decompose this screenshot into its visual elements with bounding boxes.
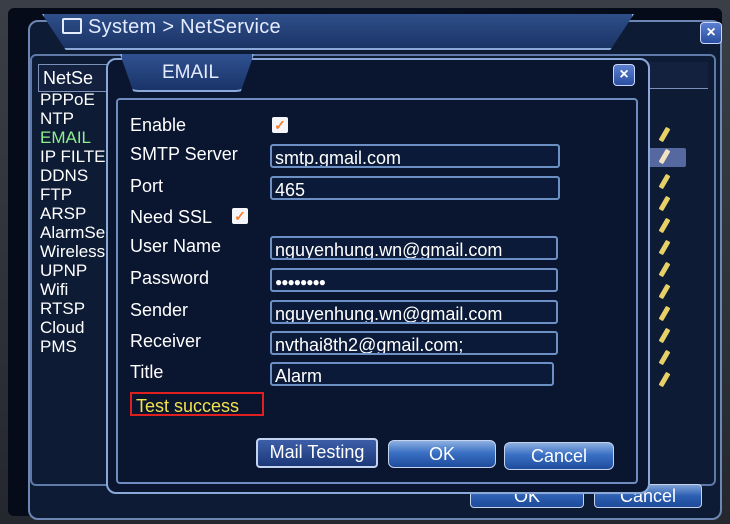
list-item-rtsp[interactable]: RTSP bbox=[40, 299, 110, 318]
sender-label: Sender bbox=[130, 300, 189, 320]
list-item-alarmserver[interactable]: AlarmServer bbox=[40, 223, 110, 242]
close-icon[interactable]: × bbox=[613, 64, 635, 86]
close-icon[interactable]: × bbox=[700, 22, 722, 44]
title-field[interactable]: Alarm bbox=[270, 362, 554, 386]
edit-column bbox=[646, 92, 686, 390]
list-item-pms[interactable]: PMS bbox=[40, 337, 110, 356]
smtp-server-label: SMTP Server bbox=[130, 144, 238, 164]
user-name-field[interactable]: nguyenhung.wn@gmail.com bbox=[270, 236, 558, 260]
edit-pencil-icon[interactable] bbox=[656, 239, 676, 258]
netservice-list: PPPoE NTP EMAIL IP FILTER DDNS FTP ARSP … bbox=[40, 90, 110, 356]
email-cancel-button[interactable]: Cancel bbox=[504, 442, 614, 470]
user-name-label: User Name bbox=[130, 236, 222, 256]
email-ok-button[interactable]: OK bbox=[388, 440, 496, 468]
receiver-field[interactable]: nvthai8th2@gmail.com; bbox=[270, 331, 558, 355]
list-item-wifi[interactable]: Wifi bbox=[40, 280, 110, 299]
title-label: Title bbox=[130, 362, 164, 382]
need-ssl-checkbox[interactable]: ✓ bbox=[232, 208, 248, 224]
smtp-server-field[interactable]: smtp.gmail.com bbox=[270, 144, 560, 168]
edit-pencil-icon[interactable] bbox=[656, 349, 676, 368]
receiver-label: Receiver bbox=[130, 331, 202, 351]
edit-pencil-icon[interactable] bbox=[656, 217, 676, 236]
list-item-ddns[interactable]: DDNS bbox=[40, 166, 110, 185]
password-label: Password bbox=[130, 268, 210, 288]
mail-testing-button[interactable]: Mail Testing bbox=[256, 438, 378, 468]
port-label: Port bbox=[130, 176, 164, 196]
list-item-wireless[interactable]: Wireless bbox=[40, 242, 110, 261]
password-field[interactable]: ●●●●●●●● bbox=[270, 268, 558, 292]
enable-label: Enable bbox=[130, 115, 187, 135]
email-dialog-title: EMAIL bbox=[162, 62, 220, 83]
edit-pencil-icon[interactable] bbox=[656, 261, 676, 280]
list-item-pppoe[interactable]: PPPoE bbox=[40, 90, 110, 109]
edit-pencil-icon[interactable] bbox=[646, 148, 686, 167]
enable-checkbox[interactable]: ✓ bbox=[272, 117, 288, 133]
list-item-arsp[interactable]: ARSP bbox=[40, 204, 110, 223]
netservice-title-text: System > NetService bbox=[88, 16, 281, 38]
monitor-icon bbox=[62, 18, 82, 34]
list-item-ftp[interactable]: FTP bbox=[40, 185, 110, 204]
list-item-ip-filter[interactable]: IP FILTER bbox=[40, 147, 110, 166]
edit-pencil-icon[interactable] bbox=[656, 195, 676, 214]
edit-pencil-icon[interactable] bbox=[656, 283, 676, 302]
list-item-cloud[interactable]: Cloud bbox=[40, 318, 110, 337]
list-item-email[interactable]: EMAIL bbox=[40, 128, 110, 147]
port-field[interactable]: 465 bbox=[270, 176, 560, 200]
edit-pencil-icon[interactable] bbox=[656, 327, 676, 346]
edit-pencil-icon[interactable] bbox=[656, 173, 676, 192]
need-ssl-label: Need SSL bbox=[130, 207, 213, 227]
edit-pencil-icon[interactable] bbox=[656, 126, 676, 145]
edit-pencil-icon[interactable] bbox=[656, 371, 676, 390]
netservice-title: System > NetService bbox=[62, 16, 281, 39]
sender-field[interactable]: nguyenhung.wn@gmail.com bbox=[270, 300, 558, 324]
list-item-upnp[interactable]: UPNP bbox=[40, 261, 110, 280]
list-item-ntp[interactable]: NTP bbox=[40, 109, 110, 128]
status-message: Test success bbox=[130, 392, 264, 416]
edit-pencil-icon[interactable] bbox=[656, 305, 676, 324]
